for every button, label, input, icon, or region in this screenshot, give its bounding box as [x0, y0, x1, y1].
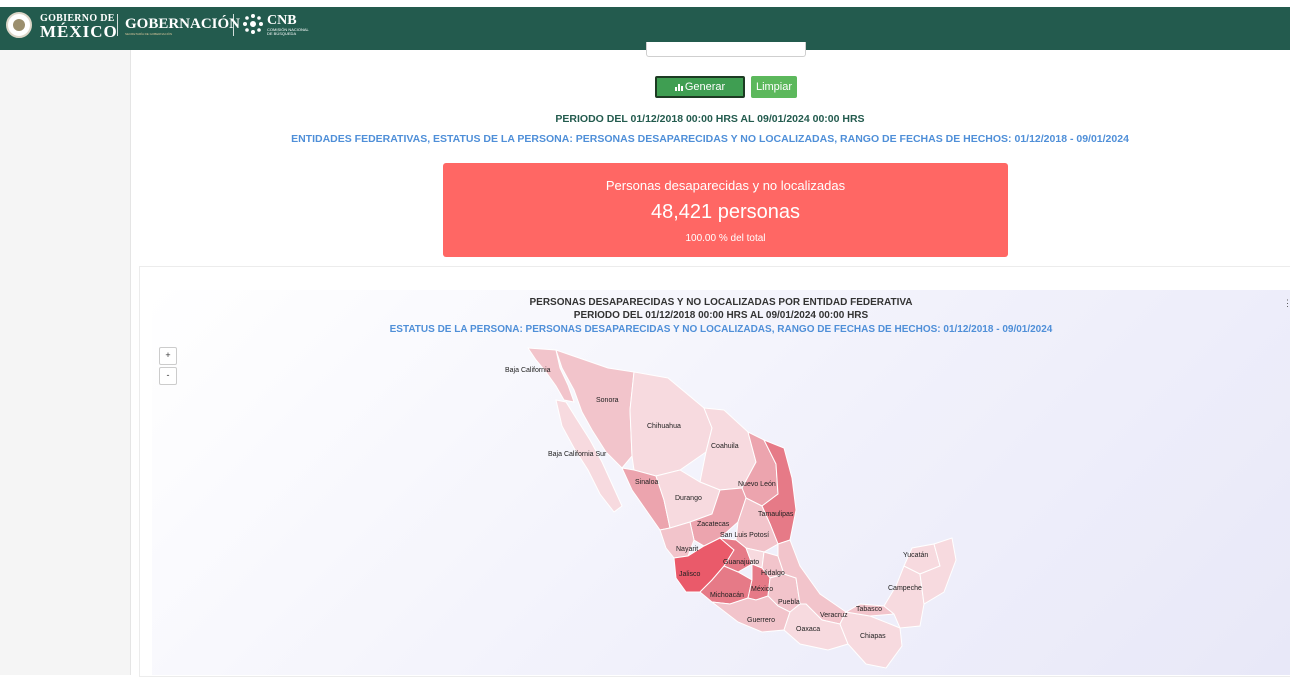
label-veracruz: Veracruz	[820, 612, 848, 619]
summary-title: Personas desaparecidas y no localizadas	[605, 178, 846, 193]
label-baja-california: Baja California	[505, 367, 551, 374]
label-nayarit: Nayarit	[676, 546, 698, 553]
label-durango: Durango	[675, 495, 702, 502]
label-tamaulipas: Tamaulipas	[758, 511, 794, 518]
left-sidebar	[0, 50, 131, 675]
report-filters: ENTIDADES FEDERATIVAS, ESTATUS DE LA PER…	[291, 133, 1129, 145]
label-michoacan: Michoacán	[710, 592, 744, 599]
label-baja-california-sur: Baja California Sur	[548, 451, 607, 458]
label-chihuahua: Chihuahua	[647, 423, 681, 430]
header-divider	[233, 14, 234, 36]
report-period: PERIODO DEL 01/12/2018 00:00 HRS AL 09/0…	[555, 113, 865, 125]
label-sonora: Sonora	[596, 397, 619, 404]
summary-card: Personas desaparecidas y no localizadas …	[443, 163, 1008, 257]
state-campeche[interactable]	[883, 565, 925, 629]
label-guanajuato: Guanajuato	[723, 559, 759, 566]
map-title: PERSONAS DESAPARECIDAS Y NO LOCALIZADAS …	[529, 297, 913, 308]
mexico-choropleth-map: Baja California Sonora Chihuahua Coahuil…	[505, 347, 957, 669]
cnb-subtitle-line: DE BÚSQUEDA	[267, 31, 297, 36]
label-hidalgo: Hidalgo	[761, 570, 785, 577]
cnb-subtitle: COMISIÓN NACIONAL DE BÚSQUEDA	[267, 28, 309, 36]
label-sinaloa: Sinaloa	[635, 479, 658, 486]
label-jalisco: Jalisco	[679, 571, 701, 578]
national-seal-icon[interactable]	[6, 12, 32, 38]
chart-menu-icon[interactable]: ⋮	[1283, 298, 1290, 309]
mexico-logo-text[interactable]: MÉXICO	[40, 22, 118, 42]
label-tabasco: Tabasco	[856, 606, 882, 613]
generate-charts-button[interactable]: Generar gráficas	[655, 76, 745, 111]
summary-percent: 100.00 % del total	[685, 233, 766, 244]
gobernacion-logo-text[interactable]: GOBERNACIÓN	[125, 16, 240, 33]
label-san-luis-potosi: San Luis Potosí	[720, 532, 769, 539]
label-oaxaca: Oaxaca	[796, 626, 820, 633]
summary-value: 48,421 personas	[650, 201, 800, 223]
bar-chart-icon	[674, 84, 683, 91]
filter-select[interactable]	[646, 42, 806, 57]
label-nuevo-leon: Nuevo León	[738, 481, 776, 488]
label-mexico: México	[751, 586, 773, 593]
label-coahuila: Coahuila	[711, 443, 739, 450]
state-chiapas[interactable]	[839, 611, 903, 669]
map-period: PERIODO DEL 01/12/2018 00:00 HRS AL 09/0…	[573, 310, 869, 321]
cnb-logo-icon[interactable]	[242, 13, 264, 35]
generate-charts-label: Generar gráficas	[680, 81, 726, 111]
label-campeche: Campeche	[888, 585, 922, 592]
map-subtitle: ESTATUS DE LA PERSONA: PERSONAS DESAPARE…	[389, 324, 1053, 335]
top-strip	[0, 0, 1290, 7]
gobernacion-subtitle: SECRETARÍA DE GOBERNACIÓN	[125, 32, 173, 36]
label-puebla: Puebla	[778, 599, 800, 606]
label-chiapas: Chiapas	[860, 633, 886, 640]
clear-button[interactable]: Limpiar	[751, 76, 797, 98]
label-yucatan: Yucatán	[903, 552, 928, 559]
label-guerrero: Guerrero	[747, 617, 775, 624]
header-divider	[117, 14, 118, 36]
label-zacatecas: Zacatecas	[697, 521, 730, 528]
